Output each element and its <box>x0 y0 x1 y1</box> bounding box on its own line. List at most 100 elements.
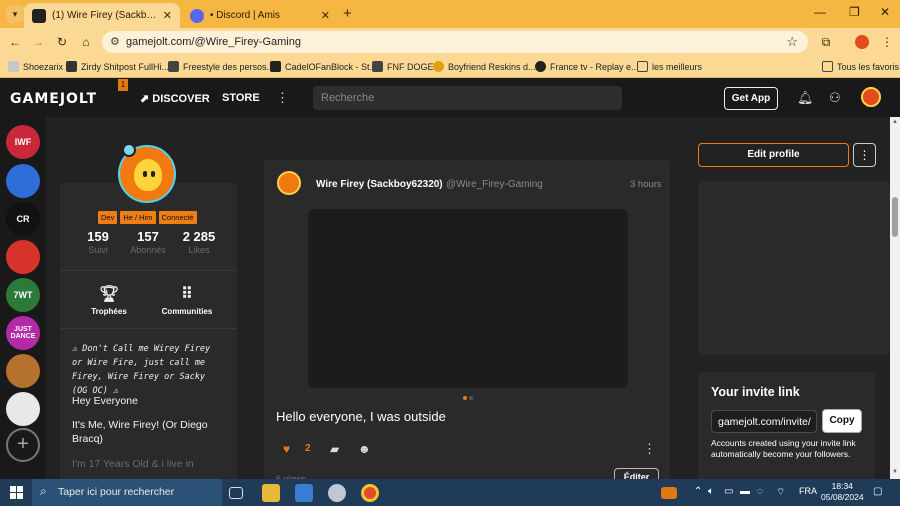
bookmark-item[interactable]: Boyfriend Reskins d... <box>433 61 536 72</box>
tag-online: Connecté <box>158 211 197 224</box>
bookmark-folder[interactable]: les meilleurs <box>637 61 702 72</box>
taskbar-search[interactable]: ⌕ Taper ici pour rechercher <box>32 479 222 506</box>
profile-tags: Dev He / Him Connecté <box>98 211 197 224</box>
gamejolt-logo[interactable]: GAMEJOLT <box>10 91 97 107</box>
right-panel <box>698 181 890 355</box>
chrome-icon[interactable] <box>361 484 379 502</box>
carousel-dot[interactable] <box>469 396 473 400</box>
user-avatar[interactable] <box>861 87 881 107</box>
like-heart-icon[interactable]: ♥ <box>283 442 290 456</box>
home-icon[interactable]: ⌂ <box>79 35 93 49</box>
tray-app-icon[interactable]: ▭ <box>724 486 733 497</box>
get-app-button[interactable]: Get App <box>724 87 778 110</box>
file-explorer-icon[interactable] <box>262 484 280 502</box>
battery-icon[interactable]: ▬ <box>740 486 750 497</box>
carousel-dot-active[interactable] <box>463 396 467 400</box>
avatar-eye-icon <box>151 171 155 177</box>
menu-kebab-icon[interactable]: ⋮ <box>880 35 894 49</box>
sticker-icon[interactable]: ☻ <box>358 442 371 456</box>
edit-profile-button[interactable]: Edit profile <box>698 143 849 167</box>
tab-discord[interactable]: • Discord | Amis ✕ <box>182 3 338 28</box>
stat-followers[interactable]: 157 Abonnés <box>123 229 173 255</box>
scroll-thumb[interactable] <box>892 197 898 237</box>
minimize-icon[interactable]: — <box>814 5 826 19</box>
community-icon[interactable] <box>6 164 40 198</box>
forward-icon[interactable]: → <box>31 35 45 49</box>
browser-tab-bar: ▾ (1) Wire Firey (Sackboy62320) | Game J… <box>0 0 900 28</box>
tab-gamejolt[interactable]: (1) Wire Firey (Sackboy62320) | Game Jol… <box>24 3 180 28</box>
comment-icon[interactable]: ▰ <box>330 442 339 456</box>
bookmark-folder[interactable]: Tous les favoris <box>822 61 899 72</box>
address-bar[interactable]: ⚙ gamejolt.com/@Wire_Firey-Gaming ☆ <box>102 31 808 53</box>
site-info-icon[interactable]: ⚙ <box>110 35 120 48</box>
nav-discover[interactable]: ⬈ DISCOVER <box>140 92 210 105</box>
community-icon[interactable]: 7WT <box>6 278 40 312</box>
community-icon[interactable]: IWF <box>6 125 40 159</box>
post-author-name[interactable]: Wire Firey (Sackboy62320) <box>316 179 443 190</box>
volume-icon[interactable]: 🔈︎ <box>708 486 714 497</box>
bookmark-item[interactable]: Shoezarix <box>8 61 63 72</box>
bookmark-item[interactable]: CadelOFanBlock - St... <box>270 61 377 72</box>
post-author-avatar[interactable] <box>277 171 301 195</box>
communities-tile[interactable]: ⠿ Communities <box>152 284 222 316</box>
app-icon[interactable] <box>328 484 346 502</box>
bell-icon[interactable]: 🔔︎ <box>797 90 814 106</box>
tag-dev: Dev <box>98 211 118 224</box>
more-menu-icon[interactable]: ⋮ <box>276 90 289 106</box>
app-icon[interactable] <box>295 484 313 502</box>
stat-likes[interactable]: 2 285 Likes <box>174 229 224 255</box>
post-menu-icon[interactable]: ⋮ <box>643 441 656 457</box>
profile-more-icon[interactable]: ⋮ <box>853 143 876 167</box>
restore-icon[interactable]: ❐ <box>849 5 860 19</box>
new-tab-icon[interactable]: + <box>343 5 352 22</box>
communities-icon: ⠿ <box>181 286 193 303</box>
community-icon[interactable]: JUST DANCE <box>6 316 40 350</box>
bookmark-favicon-icon <box>270 61 281 72</box>
language-indicator[interactable]: FRA <box>799 486 817 496</box>
close-tab-icon[interactable]: ✕ <box>321 9 330 22</box>
notifications-icon[interactable]: ▢ <box>873 486 882 497</box>
tray-chevron-icon[interactable]: ⌃ <box>694 486 702 497</box>
post-author-handle[interactable]: @Wire_Firey-Gaming <box>446 179 543 190</box>
task-view-icon[interactable] <box>229 487 243 499</box>
windows-start-icon[interactable] <box>10 486 23 499</box>
community-icon[interactable]: CR <box>6 202 40 236</box>
avatar-badge-icon <box>122 143 136 157</box>
copy-button[interactable]: Copy <box>822 409 862 433</box>
bookmark-favicon-icon <box>372 61 383 72</box>
bookmark-item[interactable]: Zirdy Shitpost FullHi... <box>66 61 169 72</box>
bookmark-item[interactable]: FNF DOGE <box>372 61 434 72</box>
stat-following[interactable]: 159 Suivi <box>73 229 123 255</box>
search-input[interactable]: Recherche <box>313 86 622 110</box>
scroll-up-icon[interactable]: ▲ <box>892 119 898 125</box>
profile-avatar-icon[interactable] <box>855 35 869 49</box>
bookmark-item[interactable]: Freestyle des persos... <box>168 61 274 72</box>
tray-app-icon[interactable]: ◌ <box>757 486 763 497</box>
close-tab-icon[interactable]: ✕ <box>163 9 172 22</box>
add-community-icon[interactable]: + <box>6 428 40 462</box>
bookmark-item[interactable]: France tv - Replay e... <box>535 61 639 72</box>
tab-search-icon[interactable]: ▾ <box>6 5 24 23</box>
close-window-icon[interactable]: ✕ <box>880 5 890 19</box>
taskbar-clock[interactable]: 18:34 05/08/2024 <box>821 481 864 503</box>
weather-icon[interactable] <box>661 487 677 499</box>
wifi-icon[interactable]: ⌔ <box>776 486 785 499</box>
scroll-down-icon[interactable]: ▼ <box>892 469 898 475</box>
community-icon[interactable] <box>6 392 40 426</box>
bookmark-star-icon[interactable]: ☆ <box>786 34 798 50</box>
back-icon[interactable]: ← <box>8 35 22 49</box>
bookmark-favicon-icon <box>66 61 77 72</box>
invite-title: Your invite link <box>711 385 800 399</box>
page-scrollbar[interactable]: ▲ ▼ <box>890 117 900 479</box>
post-media[interactable] <box>308 209 628 388</box>
like-count[interactable]: 2 <box>305 443 311 454</box>
trophies-tile[interactable]: 🏆︎ Trophées <box>74 284 144 316</box>
community-icon[interactable] <box>6 354 40 388</box>
nav-store[interactable]: STORE <box>222 92 260 104</box>
reload-icon[interactable]: ↻ <box>55 35 69 49</box>
extensions-icon[interactable]: ⧉ <box>819 35 833 50</box>
post-timestamp: 3 hours <box>630 179 662 190</box>
invite-link-field[interactable]: gamejolt.com/invite/ <box>711 410 817 433</box>
community-icon[interactable] <box>6 240 40 274</box>
quests-icon[interactable]: ⚇ <box>829 90 841 106</box>
